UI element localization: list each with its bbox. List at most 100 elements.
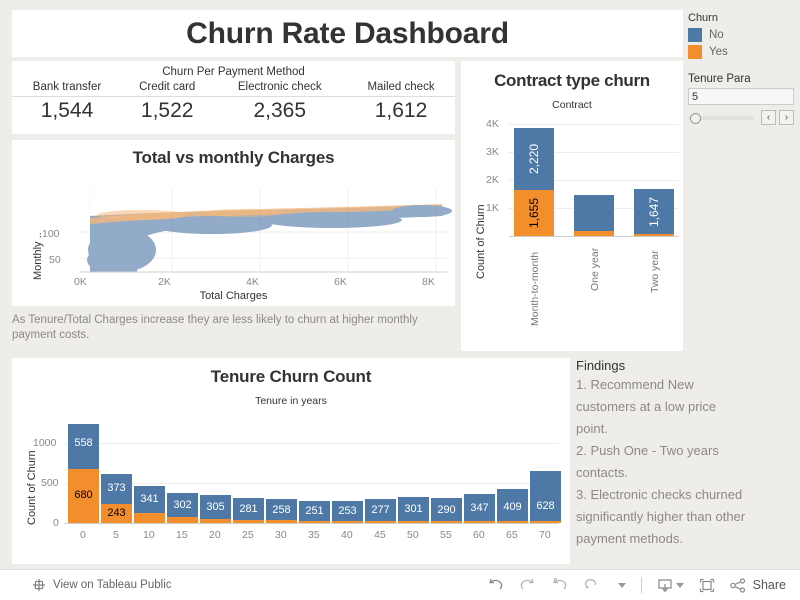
parameter-controls: ‹ › [688, 110, 794, 125]
bar-segment-yes[interactable] [200, 519, 231, 523]
contract-category-label-month-to-month: Month-to-month [529, 251, 541, 326]
bar-segment-yes[interactable] [134, 513, 165, 523]
tenure-parameter-input[interactable]: 5 [688, 88, 794, 105]
bar-label-no: 281 [239, 503, 258, 515]
tenure-bar-40[interactable]: 253 [332, 501, 363, 523]
tenure-parameter-slider[interactable] [688, 111, 754, 125]
value-credit-card[interactable]: 1,522 [122, 97, 212, 125]
bar-segment-yes[interactable] [431, 521, 462, 523]
tenure-xtick-60: 60 [473, 529, 485, 541]
bar-segment-no[interactable]: 277 [365, 499, 396, 521]
value-mailed-check[interactable]: 1,612 [347, 97, 455, 125]
bar-segment-no[interactable]: 301 [398, 497, 429, 521]
bar-segment-no[interactable]: 1,647 [634, 189, 674, 234]
bar-segment-yes[interactable] [497, 521, 528, 523]
share-label: Share [752, 578, 786, 592]
contract-plot-area[interactable]: Count of Churn 4K 3K 2K 1K 2,220 1,655 1… [461, 111, 683, 341]
bar-segment-no[interactable]: 558 [68, 424, 99, 469]
view-on-tableau-public-link[interactable]: View on Tableau Public [32, 578, 172, 592]
bar-two-year[interactable]: 1,647 [634, 189, 674, 236]
tenure-xtick-15: 15 [176, 529, 188, 541]
share-button[interactable]: Share [729, 577, 786, 593]
bar-segment-no[interactable]: 341 [134, 486, 165, 513]
bar-month-to-month[interactable]: 2,220 1,655 [514, 128, 554, 236]
bar-segment-yes[interactable] [574, 231, 614, 236]
redo-icon[interactable] [519, 578, 536, 592]
undo-icon[interactable] [487, 578, 504, 592]
tenure-bar-20[interactable]: 305 [200, 495, 231, 523]
refresh-icon[interactable] [583, 578, 600, 592]
tenure-bar-50[interactable]: 301 [398, 497, 429, 523]
slider-handle[interactable] [690, 112, 701, 124]
parameter-next-button[interactable]: › [779, 110, 794, 125]
scatter-plot-area[interactable]: Monthly .. 100 50 0K 2K 4K 6K 8K Total C… [12, 180, 455, 306]
bar-segment-no[interactable]: 2,220 [514, 128, 554, 190]
tenure-bar-30[interactable]: 258 [266, 499, 297, 523]
parameter-prev-button[interactable]: ‹ [761, 110, 776, 125]
value-bank-transfer[interactable]: 1,544 [12, 97, 122, 125]
bar-segment-yes[interactable] [365, 521, 396, 523]
bar-segment-yes[interactable] [332, 521, 363, 523]
pause-dropdown-icon[interactable] [615, 582, 626, 588]
bar-segment-no[interactable]: 305 [200, 495, 231, 519]
bar-one-year[interactable] [574, 195, 614, 236]
bar-segment-no[interactable]: 347 [464, 494, 495, 521]
tenure-plot-area[interactable]: Count of Churn 1000 500 0 558 680 373 24… [12, 407, 570, 557]
bar-label-no: 373 [107, 482, 126, 494]
bar-segment-no[interactable]: 373 [101, 474, 132, 504]
tenure-bar-15[interactable]: 302 [167, 493, 198, 523]
tenure-bar-25[interactable]: 281 [233, 498, 264, 523]
bar-segment-yes[interactable] [398, 521, 429, 523]
bar-label-no: 302 [173, 499, 192, 511]
bar-segment-no[interactable]: 302 [167, 493, 198, 517]
bar-segment-yes[interactable] [634, 234, 674, 236]
legend-item-no[interactable]: No [688, 28, 796, 42]
tenure-bar-5[interactable]: 373 243 [101, 474, 132, 523]
bar-segment-yes[interactable] [464, 521, 495, 523]
value-electronic-check[interactable]: 2,365 [212, 97, 347, 125]
bar-segment-yes[interactable] [530, 521, 561, 523]
chevron-down-icon[interactable] [675, 582, 684, 588]
fullscreen-icon[interactable] [699, 578, 715, 593]
tenure-bar-70[interactable]: 628 [530, 471, 561, 523]
payment-method-caption: Churn Per Payment Method [162, 66, 305, 78]
tenure-bar-35[interactable]: 251 [299, 501, 330, 523]
bar-label-no: 258 [272, 504, 291, 516]
tenure-xtick-55: 55 [440, 529, 452, 541]
bar-segment-no[interactable]: 409 [497, 489, 528, 521]
tenure-ytick-0: 0 [53, 517, 59, 529]
bar-segment-no[interactable] [574, 195, 614, 231]
contract-y-axis-title: Count of Churn [475, 204, 487, 279]
bar-segment-yes[interactable]: 1,655 [514, 190, 554, 236]
tenure-xtick-40: 40 [341, 529, 353, 541]
bar-segment-no[interactable]: 251 [299, 501, 330, 521]
bar-segment-no[interactable]: 258 [266, 499, 297, 520]
bar-segment-yes[interactable]: 243 [101, 504, 132, 523]
bar-segment-no[interactable]: 281 [233, 498, 264, 520]
bar-segment-no[interactable]: 253 [332, 501, 363, 521]
legend-item-yes[interactable]: Yes [688, 45, 796, 59]
tenure-bar-45[interactable]: 277 [365, 499, 396, 523]
bar-segment-yes[interactable] [266, 520, 297, 523]
revert-icon[interactable] [551, 578, 568, 592]
tenure-bar-65[interactable]: 409 [497, 489, 528, 523]
bar-segment-yes[interactable] [299, 521, 330, 523]
bar-segment-no[interactable]: 628 [530, 471, 561, 521]
legend-swatch-yes[interactable] [688, 45, 702, 59]
legend-swatch-no[interactable] [688, 28, 702, 42]
tenure-bar-60[interactable]: 347 [464, 494, 495, 523]
chevron-down-icon[interactable] [617, 582, 626, 588]
tenure-bar-10[interactable]: 341 [134, 486, 165, 523]
bar-segment-yes[interactable]: 680 [68, 469, 99, 523]
scatter-x-axis-title: Total Charges [199, 290, 268, 302]
bar-segment-yes[interactable] [167, 517, 198, 523]
bar-segment-no[interactable]: 290 [431, 498, 462, 521]
bar-segment-yes[interactable] [233, 520, 264, 523]
tableau-link-label: View on Tableau Public [53, 579, 172, 591]
bar-label-no: 2,220 [527, 143, 541, 175]
tenure-bar-55[interactable]: 290 [431, 498, 462, 523]
finding-line: payment methods. [576, 531, 683, 546]
tenure-bar-0[interactable]: 558 680 [68, 424, 99, 523]
contract-ytick-4k: 4K [486, 118, 499, 130]
download-icon[interactable] [657, 578, 684, 593]
